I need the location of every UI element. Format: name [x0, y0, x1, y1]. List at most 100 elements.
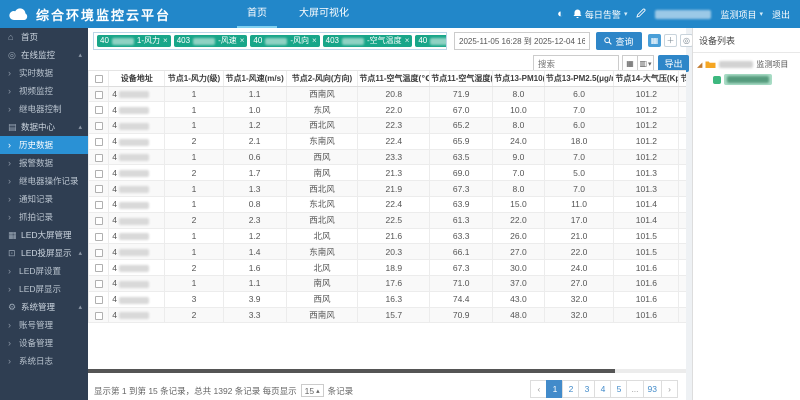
device-name-pill[interactable]: [724, 74, 772, 85]
table-row[interactable]: 411.2北风21.663.326.021.0101.547683.0817: [88, 228, 686, 245]
sidebar-item[interactable]: › 设备管理: [0, 334, 88, 352]
column-header[interactable]: 节点1-风速(m/s): [222, 71, 287, 87]
row-checkbox[interactable]: [94, 217, 103, 226]
page-button[interactable]: 2: [562, 380, 580, 398]
tree-expand-icon[interactable]: ◢: [697, 61, 702, 69]
sidebar-item[interactable]: › LED屏设置: [0, 262, 88, 280]
page-button[interactable]: 1: [546, 380, 564, 398]
next-page-button[interactable]: ›: [661, 380, 678, 398]
row-checkbox[interactable]: [94, 153, 103, 162]
column-header[interactable]: 节点15-光照(Lux): [678, 71, 686, 87]
tab-item[interactable]: 大屏可视化: [283, 0, 365, 28]
logout-link[interactable]: 退出: [772, 8, 790, 21]
table-row[interactable]: 411.0东风22.067.010.07.0101.229909.0423: [88, 101, 686, 119]
tag-remove-icon[interactable]: ×: [240, 37, 245, 45]
project-menu[interactable]: 监测项目 ▾: [720, 8, 763, 21]
prev-page-button[interactable]: ‹: [530, 380, 548, 398]
row-checkbox[interactable]: [94, 90, 103, 99]
selected-sensor-tag[interactable]: 40 -风向 ×: [250, 35, 320, 47]
row-checkbox[interactable]: [94, 248, 103, 257]
data-cell: 20.3: [357, 243, 431, 261]
table-row[interactable]: 421.7南风21.369.07.05.0101.323806.0370: [88, 164, 686, 182]
tag-remove-icon[interactable]: ×: [163, 37, 168, 45]
row-checkbox[interactable]: [94, 169, 103, 178]
sidebar-item[interactable]: › 继电器控制: [0, 100, 88, 118]
page-button[interactable]: 4: [594, 380, 612, 398]
row-checkbox[interactable]: [94, 201, 103, 210]
crosshair-icon[interactable]: ＋: [664, 34, 677, 47]
selected-sensor-tag[interactable]: 403 -空气温度 ×: [322, 35, 413, 47]
table-row[interactable]: 411.4东南风20.366.127.022.0101.543058.0753: [88, 243, 686, 261]
sidebar-item[interactable]: › LED屏显示: [0, 280, 88, 298]
column-header[interactable]: 节点13-PM2.5(μg/m³): [543, 71, 615, 87]
tab-active[interactable]: 首页: [231, 0, 283, 28]
sidebar-item[interactable]: › 视频监控: [0, 82, 88, 100]
table-row[interactable]: 410.6西风23.363.59.07.0101.254359.0891: [88, 149, 686, 166]
row-checkbox[interactable]: [94, 232, 103, 241]
sidebar-item[interactable]: › 报警数据: [0, 154, 88, 172]
column-header[interactable]: 节点13-PM10(μg/m³): [492, 71, 545, 87]
sidebar-item[interactable]: ⚙ 系统管理 ▴: [0, 298, 88, 316]
row-checkbox[interactable]: [94, 264, 103, 273]
sidebar-item[interactable]: ▦ LED大屏管理: [0, 226, 88, 244]
row-checkbox[interactable]: [94, 311, 103, 320]
sidebar-item[interactable]: › 系统日志: [0, 352, 88, 370]
row-checkbox[interactable]: [94, 280, 103, 289]
date-range-input[interactable]: [454, 32, 590, 50]
page-button[interactable]: 5: [610, 380, 628, 398]
column-header[interactable]: 节点14-大气压(Kpa): [613, 71, 680, 87]
select-all-checkbox[interactable]: [94, 74, 103, 83]
sidebar-item[interactable]: › 实时数据: [0, 64, 88, 82]
row-checkbox[interactable]: [94, 106, 103, 115]
row-checkbox[interactable]: [94, 122, 103, 131]
table-row[interactable]: 411.1西南风20.871.98.06.0101.216492.0205: [88, 86, 686, 103]
table-row[interactable]: 433.9西风16.374.443.032.0101.616242.0242: [88, 291, 686, 308]
table-view-icon[interactable]: ▦: [648, 34, 661, 47]
sensor-multiselect[interactable]: 401-风力×403-风速×40-风向×403-空气温度×40▾: [93, 32, 447, 50]
page-button[interactable]: 3: [578, 380, 596, 398]
sidebar-item-label: 在线监控: [21, 50, 56, 60]
selected-sensor-tag[interactable]: 40 1-风力 ×: [97, 35, 171, 47]
table-row[interactable]: 422.1东南风22.465.924.018.0101.245680.0688: [88, 133, 686, 150]
column-header[interactable]: 节点11-空气湿度(%): [429, 71, 494, 87]
device-tree-leaf[interactable]: [713, 74, 800, 85]
column-header[interactable]: 节点11-空气温度(℃): [357, 71, 431, 87]
horizontal-scrollbar-track[interactable]: [88, 369, 686, 373]
sidebar-item[interactable]: › 抓拍记录: [0, 208, 88, 226]
edit-icon[interactable]: [636, 8, 646, 20]
table-row[interactable]: 421.6北风18.967.330.024.0101.620432.0231: [88, 259, 686, 277]
moon-icon[interactable]: ◐: [557, 8, 564, 20]
selected-sensor-tag[interactable]: 40: [415, 35, 446, 47]
tag-remove-icon[interactable]: ×: [312, 37, 317, 45]
page-ellipsis[interactable]: ...: [626, 380, 644, 398]
data-cell: 8.0: [492, 180, 545, 198]
column-header[interactable]: 节点1-风力(级): [164, 71, 224, 87]
sidebar-item[interactable]: ⊡ LED投屏显示 ▴: [0, 244, 88, 262]
table-row[interactable]: 423.3西南风15.770.948.032.0101.613279.0208: [88, 307, 686, 324]
table-row[interactable]: 411.3西北风21.967.38.07.0101.329349.0456: [88, 180, 686, 198]
device-tree-root[interactable]: ◢ 监测项目: [693, 53, 800, 72]
sidebar-item[interactable]: ⌂ 首页: [0, 28, 88, 46]
sidebar-item[interactable]: › 继电器操作记录: [0, 172, 88, 190]
column-header[interactable]: 节点2-风向(方向): [285, 71, 359, 87]
row-checkbox[interactable]: [94, 296, 103, 304]
table-row[interactable]: 422.3西北风22.561.322.017.0101.453310.0894: [88, 212, 686, 229]
page-size-select[interactable]: 15 ▴: [300, 384, 324, 397]
horizontal-scrollbar-thumb[interactable]: [88, 369, 615, 373]
table-row[interactable]: 411.1南风17.671.037.027.0101.617881.0220: [88, 275, 686, 292]
sidebar-item[interactable]: › 通知记录: [0, 190, 88, 208]
sidebar-item[interactable]: › 账号管理: [0, 316, 88, 334]
tag-remove-icon[interactable]: ×: [405, 37, 410, 45]
column-header[interactable]: 设备地址: [108, 71, 166, 87]
query-button[interactable]: 查询: [596, 32, 642, 50]
page-button[interactable]: 93: [642, 380, 662, 398]
daily-alarm-menu[interactable]: 每日告警 ▾: [573, 8, 627, 21]
sidebar-item[interactable]: ◎ 在线监控 ▴: [0, 46, 88, 64]
row-checkbox[interactable]: [94, 138, 103, 147]
table-row[interactable]: 411.2西北风22.365.28.06.0101.241067.0615: [88, 117, 686, 134]
sidebar-item[interactable]: ▤ 数据中心 ▴: [0, 118, 88, 136]
row-checkbox[interactable]: [94, 185, 103, 194]
table-row[interactable]: 410.8东北风22.463.915.011.0101.431769.0484: [88, 196, 686, 213]
selected-sensor-tag[interactable]: 403 -风速 ×: [173, 35, 248, 47]
sidebar-item[interactable]: › 历史数据: [0, 136, 88, 154]
